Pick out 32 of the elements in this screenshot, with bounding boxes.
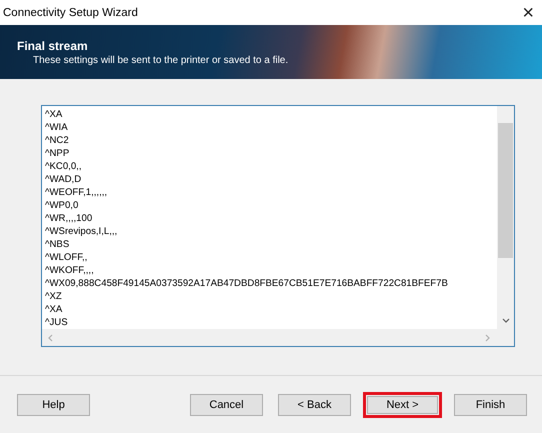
stream-line: ^WSrevipos,I,L,,, — [45, 225, 118, 238]
stream-line: ^WX09,888C458F49145A0373592A17AB47DBD8FBE67CB51E7E716BABFF722C81BFEF7B — [45, 277, 448, 290]
stream-line: ^WLOFF,, — [45, 251, 88, 264]
scroll-left-icon[interactable] — [48, 334, 53, 342]
stream-line: ^NC2 — [45, 134, 69, 147]
scroll-right-icon[interactable] — [485, 334, 490, 342]
window-title: Connectivity Setup Wizard — [3, 6, 138, 18]
horizontal-scrollbar[interactable] — [42, 329, 514, 346]
stream-line: ^WAD,D — [45, 173, 82, 186]
close-button[interactable]: × — [514, 2, 542, 22]
wizard-button[interactable]: Help — [17, 394, 90, 416]
stream-line: ^WEOFF,1,,,,,, — [45, 186, 108, 199]
banner-subtitle: These settings will be sent to the printer or saved to a file. — [32, 55, 290, 66]
stream-line: ^NPP — [45, 147, 70, 160]
wizard-button[interactable]: < Back — [278, 394, 351, 416]
stream-line: ^WR,,,,100 — [45, 212, 92, 225]
stream-line: ^KC0,0,, — [45, 160, 82, 173]
stream-line: ^WP0,0 — [45, 199, 78, 212]
stream-line: ^NBS — [45, 238, 70, 251]
wizard-button[interactable]: Cancel — [190, 394, 263, 416]
vertical-scrollbar[interactable] — [497, 106, 514, 329]
stream-line: ^WKOFF,,,, — [45, 264, 94, 277]
scroll-down-icon[interactable] — [502, 318, 510, 323]
stream-line: ^JUS — [45, 316, 68, 329]
banner-title: Final stream — [17, 39, 89, 53]
stream-line: ^XZ — [45, 290, 62, 303]
wizard-button[interactable]: Finish — [454, 394, 527, 416]
stream-text-area[interactable]: ^XA ^WIA ^NC2 ^NPP ^KC0,0,, ^WAD,D ^WEOFF,1,,,,,, ^WP0,0 ^WR,,,,100 ^WSrevipos,I,L,,, ^NBS ^WLOFF,, ^WKOFF,,,, ^WX09,888C458F49145A0373592A17AB47DBD8FBE67CB51E7E716BABFF722C81BFEF7B ^XZ ^XA ^JUS — [41, 105, 515, 347]
wizard-button[interactable]: Next > — [363, 392, 442, 418]
stream-line: ^XA — [45, 303, 62, 316]
stream-line: ^WIA — [45, 121, 68, 134]
stream-line: ^XA — [45, 108, 62, 121]
